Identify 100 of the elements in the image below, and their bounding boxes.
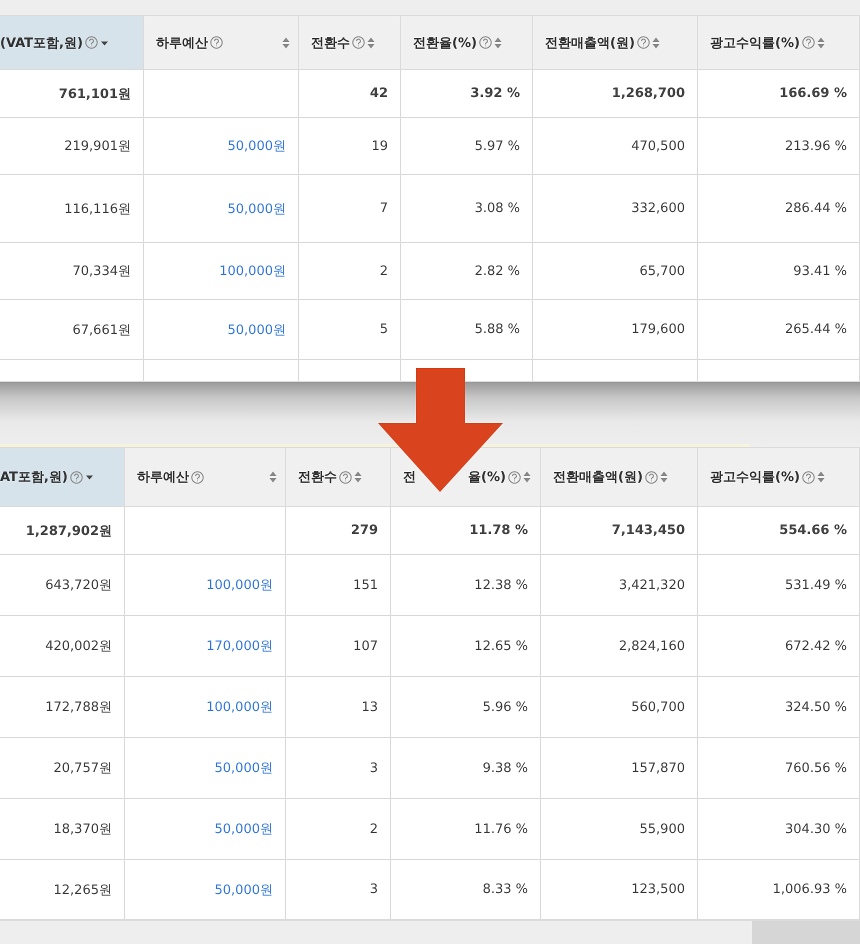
- sort-icon[interactable]: [269, 471, 277, 483]
- column-header[interactable]: 전환수: [299, 15, 401, 69]
- column-title: 하루예산: [137, 469, 189, 486]
- table-cell: 67,661원: [0, 300, 144, 359]
- column-header[interactable]: AT포함,원): [0, 447, 125, 506]
- sort-icon[interactable]: [652, 36, 660, 48]
- table-cell: 1,006.93 %: [698, 860, 860, 919]
- budget-link[interactable]: 50,000원: [125, 799, 286, 859]
- help-icon[interactable]: [339, 470, 352, 484]
- table-cell: 13: [286, 677, 391, 737]
- total-cell: 7,143,450: [541, 507, 698, 554]
- sort-icon[interactable]: [354, 471, 362, 483]
- sort-icon[interactable]: [282, 36, 290, 48]
- table-cell: 123,500: [541, 860, 698, 919]
- table-cell: 20,757원: [0, 738, 125, 798]
- column-header[interactable]: 전환매출액(원): [533, 15, 698, 69]
- sort-icon[interactable]: [816, 36, 825, 48]
- table-cell: 265.44 %: [698, 300, 860, 359]
- budget-link[interactable]: 100,000원: [125, 677, 286, 737]
- column-header[interactable]: (VAT포함,원): [0, 15, 144, 69]
- help-icon[interactable]: [508, 470, 521, 484]
- table-cell: 5: [299, 300, 401, 359]
- total-cell: 1,268,700: [533, 70, 698, 117]
- column-title: 전환매출액(원): [545, 34, 635, 52]
- column-header[interactable]: 하루예산: [144, 15, 299, 69]
- help-icon[interactable]: [191, 470, 204, 484]
- table-cell: 304.30 %: [698, 799, 860, 859]
- table-cell: 12.38 %: [391, 555, 541, 615]
- help-icon[interactable]: [802, 470, 815, 484]
- table-cell: 286.44 %: [698, 175, 860, 242]
- help-icon[interactable]: [210, 36, 223, 49]
- table-cell: 19: [299, 118, 401, 174]
- total-cell: 761,101원: [0, 70, 144, 117]
- column-title: 전환수: [311, 34, 350, 52]
- sort-icon[interactable]: [816, 471, 825, 483]
- budget-link[interactable]: 50,000원: [125, 738, 286, 798]
- table-cell: 151: [286, 555, 391, 615]
- column-title: 광고수익률(%): [710, 469, 800, 486]
- sort-icon[interactable]: [367, 36, 375, 48]
- help-icon[interactable]: [636, 36, 650, 49]
- column-header[interactable]: 전환율(%): [401, 15, 533, 69]
- table-cell: 65,700: [533, 243, 698, 299]
- table-cell: 179,600: [533, 300, 698, 359]
- table-cell: 5.96 %: [391, 677, 541, 737]
- column-header[interactable]: 전환수: [286, 447, 391, 506]
- table-cell: 332,600: [533, 175, 698, 242]
- table-cell: 470,500: [533, 118, 698, 174]
- total-cell: 166.69 %: [698, 70, 860, 117]
- table-cell: 12.65 %: [391, 616, 541, 676]
- table-cell: 116,116원: [0, 175, 144, 242]
- total-cell: 42: [299, 70, 401, 117]
- table-cell: 3: [286, 860, 391, 919]
- column-title: 전: [403, 469, 416, 486]
- help-icon[interactable]: [352, 36, 365, 49]
- help-icon[interactable]: [478, 36, 492, 49]
- help-icon[interactable]: [802, 36, 815, 49]
- down-arrow-icon: [378, 368, 503, 492]
- budget-link[interactable]: 170,000원: [125, 616, 286, 676]
- budget-link[interactable]: 50,000원: [144, 175, 299, 242]
- sort-icon[interactable]: [660, 471, 668, 483]
- table-cell: 2,824,160: [541, 616, 698, 676]
- column-title: 하루예산: [156, 34, 208, 52]
- column-header[interactable]: 광고수익률(%): [698, 15, 860, 69]
- table-cell: 219,901원: [0, 118, 144, 174]
- table-cell: 7: [299, 175, 401, 242]
- table-cell: 55,900: [541, 799, 698, 859]
- table-cell: 8.33 %: [391, 860, 541, 919]
- table-cell: 324.50 %: [698, 677, 860, 737]
- table-cell: 213.96 %: [698, 118, 860, 174]
- total-cell: 279: [286, 507, 391, 554]
- budget-link[interactable]: 100,000원: [144, 243, 299, 299]
- table-cell: 107: [286, 616, 391, 676]
- column-title: 광고수익률(%): [710, 34, 800, 52]
- column-header[interactable]: 전환매출액(원): [541, 447, 698, 506]
- caret-icon[interactable]: [84, 473, 94, 481]
- table-cell: 157,870: [541, 738, 698, 798]
- table-cell: 11.76 %: [391, 799, 541, 859]
- sort-icon[interactable]: [522, 471, 531, 483]
- column-title: 율(%): [468, 469, 506, 486]
- table-cell: 3,421,320: [541, 555, 698, 615]
- column-header[interactable]: 하루예산: [125, 447, 286, 506]
- column-title: AT포함,원): [0, 469, 68, 486]
- table-cell: 18,370원: [0, 799, 125, 859]
- budget-link[interactable]: 100,000원: [125, 555, 286, 615]
- table-cell: 93.41 %: [698, 243, 860, 299]
- budget-link[interactable]: 50,000원: [144, 300, 299, 359]
- budget-link[interactable]: 50,000원: [125, 860, 286, 919]
- caret-icon[interactable]: [100, 38, 109, 46]
- table-cell: 3: [286, 738, 391, 798]
- table-cell: 420,002원: [0, 616, 125, 676]
- column-title: (VAT포함,원): [0, 34, 83, 52]
- table-cell: 2.82 %: [401, 243, 533, 299]
- table-cell: 2: [299, 243, 401, 299]
- help-icon[interactable]: [644, 470, 658, 484]
- budget-link[interactable]: 50,000원: [144, 118, 299, 174]
- column-header[interactable]: 광고수익률(%): [698, 447, 860, 506]
- sort-icon[interactable]: [494, 36, 502, 48]
- column-title: 전환매출액(원): [553, 469, 643, 486]
- scrollbar-thumb[interactable]: [752, 921, 860, 944]
- total-cell: 554.66 %: [698, 507, 860, 554]
